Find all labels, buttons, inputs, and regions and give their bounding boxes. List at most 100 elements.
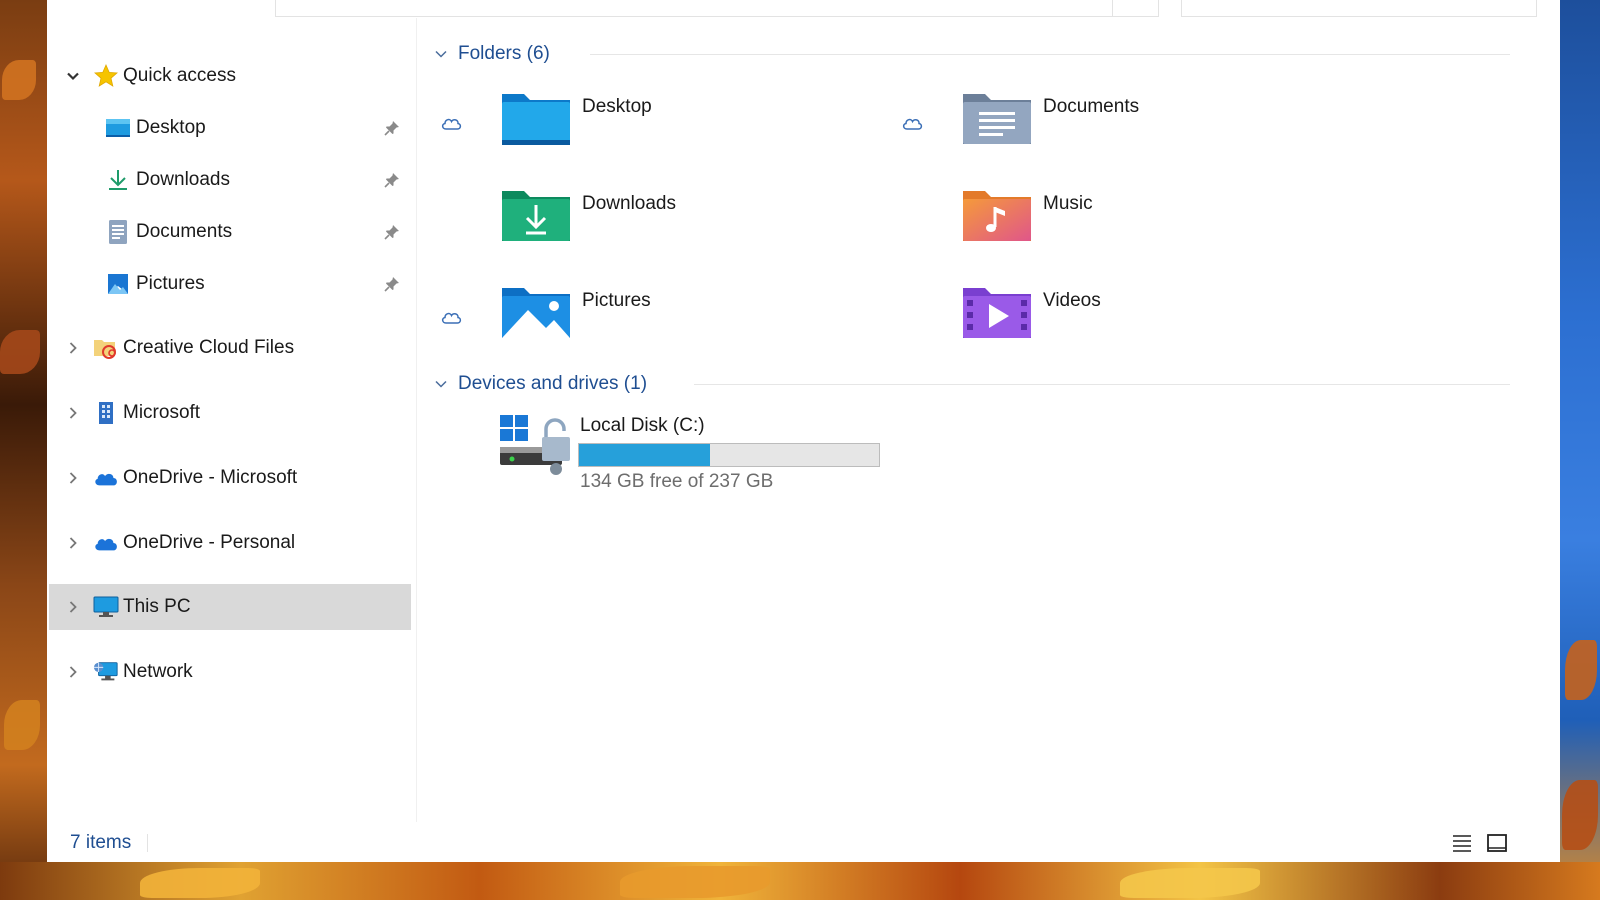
drive-tile-local-disk-c[interactable]: Local Disk (C:) 134 GB free of 237 GB	[498, 413, 918, 503]
chevron-down-icon[interactable]	[432, 45, 450, 63]
pictures-bookmark-icon	[105, 271, 131, 297]
sidebar-item-microsoft[interactable]: Microsoft	[49, 390, 411, 436]
cloud-status-icon	[901, 114, 925, 134]
sidebar-item-quick-access[interactable]: Quick access	[49, 53, 411, 99]
sidebar-item-creative-cloud-files[interactable]: Creative Cloud Files	[49, 325, 411, 371]
chevron-right-icon[interactable]	[65, 470, 81, 486]
group-divider	[694, 384, 1510, 385]
sidebar-item-label: Pictures	[136, 273, 205, 294]
sidebar-item-label: Microsoft	[123, 402, 201, 423]
sidebar-item-onedrive-personal[interactable]: OneDrive - Personal	[49, 520, 411, 566]
content-pane: Folders (6) Desktop Documents Downloads …	[418, 18, 1560, 822]
sidebar-item-documents[interactable]: Documents	[49, 209, 411, 255]
toolbar-strip	[47, 0, 1560, 18]
locked-drive-icon	[498, 413, 578, 477]
navigation-pane: Quick access Desktop Downloads Documents…	[47, 18, 417, 822]
sidebar-item-label: OneDrive - Microsoft	[123, 467, 298, 488]
leaf-decoration	[1562, 780, 1598, 850]
desktop-folder-icon	[500, 90, 572, 150]
cloud-status-icon	[440, 308, 464, 328]
sidebar-item-pictures[interactable]: Pictures	[49, 261, 411, 307]
status-separator	[147, 834, 148, 852]
chevron-down-icon[interactable]	[65, 68, 81, 84]
search-input[interactable]	[1181, 0, 1537, 17]
sidebar-item-onedrive-microsoft[interactable]: OneDrive - Microsoft	[49, 455, 411, 501]
chevron-right-icon[interactable]	[65, 664, 81, 680]
sidebar-item-downloads[interactable]: Downloads	[49, 157, 411, 203]
onedrive-cloud-icon	[93, 465, 119, 491]
drive-usage-fill	[579, 444, 710, 466]
item-count: 7 items	[70, 832, 132, 853]
sidebar-item-label: This PC	[123, 596, 191, 617]
pin-icon[interactable]	[383, 119, 401, 137]
sidebar-item-this-pc[interactable]: This PC	[49, 584, 411, 630]
sidebar-item-label: Desktop	[136, 117, 206, 138]
chevron-down-icon[interactable]	[432, 375, 450, 393]
details-view-button[interactable]	[1449, 831, 1475, 855]
sidebar-item-desktop[interactable]: Desktop	[49, 105, 411, 151]
documents-folder-icon	[961, 90, 1033, 150]
folder-tile-music[interactable]: Music	[901, 187, 1321, 267]
document-icon	[105, 219, 131, 245]
monitor-icon	[93, 594, 119, 620]
address-bar-refresh-separator	[1112, 0, 1113, 17]
leaf-decoration	[4, 700, 40, 750]
cloud-status-icon	[440, 114, 464, 134]
folder-name: Videos	[1043, 290, 1101, 311]
pictures-folder-icon	[500, 284, 572, 344]
folder-name: Music	[1043, 193, 1093, 214]
folder-tile-downloads[interactable]: Downloads	[440, 187, 860, 267]
folders-group-header[interactable]: Folders (6)	[432, 40, 550, 68]
building-icon	[93, 400, 119, 426]
folder-tile-pictures[interactable]: Pictures	[440, 284, 860, 364]
music-folder-icon	[961, 187, 1033, 247]
drive-name: Local Disk (C:)	[580, 415, 705, 436]
star-icon	[93, 63, 119, 89]
leaf-decoration	[620, 866, 770, 898]
folder-name: Documents	[1043, 96, 1140, 117]
leaf-decoration	[0, 330, 40, 374]
drives-group-header[interactable]: Devices and drives (1)	[432, 370, 647, 398]
videos-folder-icon	[961, 284, 1033, 344]
chevron-right-icon[interactable]	[65, 599, 81, 615]
sidebar-item-network[interactable]: Network	[49, 649, 411, 695]
leaf-decoration	[1565, 640, 1597, 700]
onedrive-cloud-icon	[93, 530, 119, 556]
address-bar[interactable]	[275, 0, 1159, 17]
large-icons-view-button[interactable]	[1484, 831, 1510, 855]
folder-tile-desktop[interactable]: Desktop	[440, 90, 860, 170]
pin-icon[interactable]	[383, 171, 401, 189]
folder-tile-videos[interactable]: Videos	[901, 284, 1321, 364]
drive-free-space: 134 GB free of 237 GB	[580, 471, 774, 492]
sidebar-item-label: Quick access	[123, 65, 236, 86]
drive-usage-bar	[578, 443, 880, 467]
chevron-right-icon[interactable]	[65, 535, 81, 551]
folder-tile-documents[interactable]: Documents	[901, 90, 1321, 170]
wallpaper-left-strip	[0, 0, 47, 900]
sidebar-item-label: OneDrive - Personal	[123, 532, 296, 553]
status-bar: 7 items	[47, 822, 1560, 862]
desktop-folder-icon	[105, 115, 131, 141]
folders-group-title: Folders (6)	[458, 43, 550, 64]
network-icon	[93, 659, 119, 685]
folder-name: Desktop	[582, 96, 652, 117]
leaf-decoration	[2, 60, 36, 100]
download-arrow-icon	[105, 167, 131, 193]
downloads-folder-icon	[500, 187, 572, 247]
folder-name: Pictures	[582, 290, 651, 311]
pin-icon[interactable]	[383, 275, 401, 293]
wallpaper-right-strip	[1560, 0, 1600, 900]
chevron-right-icon[interactable]	[65, 405, 81, 421]
drives-group-title: Devices and drives (1)	[458, 373, 648, 394]
folder-name: Downloads	[582, 193, 676, 214]
sidebar-item-label: Downloads	[136, 169, 230, 190]
sidebar-item-label: Network	[123, 661, 193, 682]
group-divider	[590, 54, 1510, 55]
leaf-decoration	[1120, 868, 1260, 898]
leaf-decoration	[140, 868, 260, 898]
sidebar-item-label: Documents	[136, 221, 233, 242]
file-explorer-window: Quick access Desktop Downloads Documents…	[47, 0, 1560, 862]
pin-icon[interactable]	[383, 223, 401, 241]
chevron-right-icon[interactable]	[65, 340, 81, 356]
creative-cloud-folder-icon	[93, 335, 119, 361]
